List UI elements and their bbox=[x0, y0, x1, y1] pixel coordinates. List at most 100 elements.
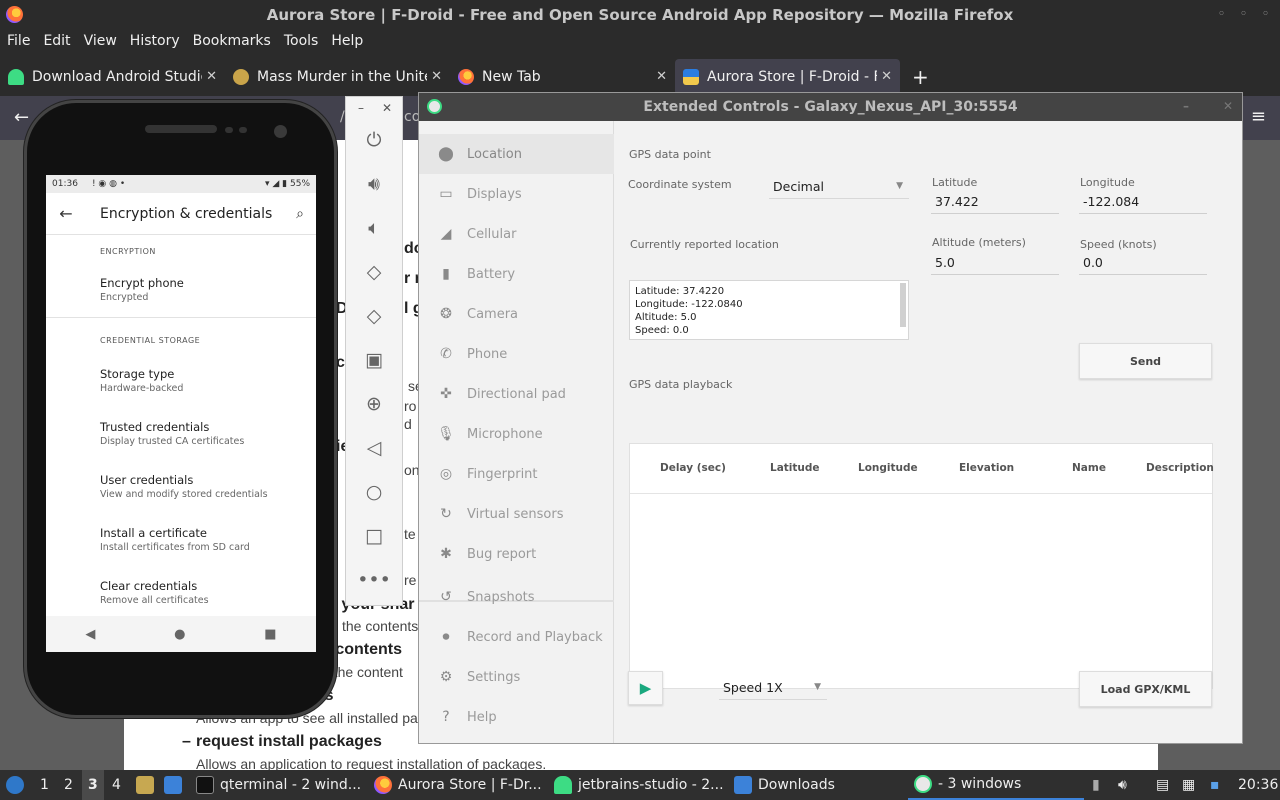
back-arrow-icon[interactable]: ← bbox=[46, 204, 86, 223]
longitude-input[interactable]: -122.084 bbox=[1079, 192, 1207, 214]
tray-battery-icon[interactable]: ▮ bbox=[1092, 770, 1100, 800]
tab-mass-murder[interactable]: Mass Murder in the United ✕ bbox=[225, 59, 450, 95]
menu-bookmarks[interactable]: Bookmarks bbox=[193, 33, 271, 49]
sidebar-item-battery[interactable]: ▮ Battery bbox=[419, 254, 614, 294]
start-menu-button[interactable] bbox=[6, 770, 30, 800]
volume-up-icon[interactable]: 🔊︎ bbox=[346, 173, 402, 195]
column-longitude[interactable]: Longitude bbox=[858, 462, 918, 474]
power-icon[interactable]: ⏻ bbox=[346, 129, 402, 151]
menu-file[interactable]: File bbox=[7, 33, 30, 49]
sidebar-item-help[interactable]: ? Help bbox=[419, 697, 614, 737]
sidebar-item-location[interactable]: ⬤ Location bbox=[419, 134, 614, 174]
tab-close-icon[interactable]: ✕ bbox=[431, 69, 442, 84]
taskbar-item-firefox[interactable]: Aurora Store | F-Dr... bbox=[374, 770, 542, 800]
tray-volume-icon[interactable]: 🔊︎ bbox=[1118, 770, 1127, 800]
pref-user-credentials[interactable]: User credentials View and modify stored … bbox=[46, 473, 316, 500]
nav-home-icon[interactable]: ● bbox=[174, 627, 185, 642]
volume-down-icon[interactable]: 🔈︎ bbox=[346, 217, 402, 239]
latitude-input[interactable]: 37.422 bbox=[931, 192, 1059, 214]
tab-android-studio[interactable]: Download Android Studio ✕ bbox=[0, 59, 225, 95]
rotate-left-icon[interactable]: ◇ bbox=[346, 261, 402, 283]
sidebar-item-displays[interactable]: ▭ Displays bbox=[419, 174, 614, 214]
menu-history[interactable]: History bbox=[130, 33, 180, 49]
taskbar-item-emulator-group[interactable]: - 3 windows bbox=[908, 770, 1084, 800]
snapshots-icon: ↺ bbox=[440, 589, 452, 605]
sidebar-item-phone[interactable]: ✆ Phone bbox=[419, 334, 614, 374]
altitude-input[interactable]: 5.0 bbox=[931, 253, 1059, 275]
sidebar-item-microphone[interactable]: 🎙︎ Microphone bbox=[419, 414, 614, 454]
tray-clipboard-icon[interactable]: ▤ bbox=[1156, 770, 1169, 800]
maximize-icon[interactable]: ◦ bbox=[1240, 7, 1247, 20]
menu-tools[interactable]: Tools bbox=[284, 33, 319, 49]
workspace-3[interactable]: 3 bbox=[82, 770, 104, 800]
sidebar-item-cellular[interactable]: ◢ Cellular bbox=[419, 214, 614, 254]
hamburger-menu-icon[interactable]: ≡ bbox=[1251, 106, 1266, 127]
tab-close-icon[interactable]: ✕ bbox=[206, 69, 217, 84]
nav-recents-icon[interactable]: ■ bbox=[264, 627, 276, 642]
close-icon[interactable]: ✕ bbox=[1223, 99, 1233, 113]
sidebar-item-directional-pad[interactable]: ✜ Directional pad bbox=[419, 374, 614, 414]
column-delay[interactable]: Delay (sec) bbox=[660, 462, 726, 474]
taskbar-item-qterminal[interactable]: qterminal - 2 wind... bbox=[196, 770, 361, 800]
tray-info-icon[interactable]: ▪ bbox=[1210, 770, 1220, 800]
back-arrow-icon[interactable]: ← bbox=[14, 107, 29, 128]
new-tab-plus-icon[interactable]: + bbox=[912, 65, 929, 89]
clock[interactable]: 20:36 bbox=[1238, 770, 1278, 800]
speed-input[interactable]: 0.0 bbox=[1079, 253, 1207, 275]
column-elevation[interactable]: Elevation bbox=[959, 462, 1014, 474]
pref-trusted-credentials[interactable]: Trusted credentials Display trusted CA c… bbox=[46, 420, 316, 447]
taskbar-item-downloads[interactable]: Downloads bbox=[734, 770, 835, 800]
back-triangle-icon[interactable]: ◁ bbox=[346, 437, 402, 459]
zoom-icon[interactable]: ⊕ bbox=[346, 393, 402, 415]
desktop-launcher[interactable] bbox=[164, 770, 188, 800]
file-manager-launcher[interactable] bbox=[136, 770, 160, 800]
pref-clear-credentials[interactable]: Clear credentials Remove all certificate… bbox=[46, 579, 316, 606]
column-description[interactable]: Description bbox=[1146, 462, 1214, 474]
sidebar-item-snapshots[interactable]: ↺ Snapshots bbox=[419, 577, 614, 617]
close-icon[interactable]: ◦ bbox=[1262, 7, 1269, 20]
tab-new-tab[interactable]: New Tab ✕ bbox=[450, 59, 675, 95]
taskbar-item-jetbrains-studio[interactable]: jetbrains-studio - 2... bbox=[554, 770, 724, 800]
pref-install-certificate[interactable]: Install a certificate Install certificat… bbox=[46, 526, 316, 553]
sidebar-item-bug-report[interactable]: ✱ Bug report bbox=[419, 534, 614, 574]
column-latitude[interactable]: Latitude bbox=[770, 462, 820, 474]
phone-screen[interactable]: 01:36 ! ◉ ◍ • ▾ ◢ ▮ 55% ← Encryption & c… bbox=[46, 175, 316, 652]
playback-speed-select[interactable]: Speed 1X ▼ bbox=[719, 678, 827, 700]
menu-view[interactable]: View bbox=[84, 33, 117, 49]
home-circle-icon[interactable]: ○ bbox=[346, 481, 402, 503]
screenshot-camera-icon[interactable]: ▣ bbox=[346, 349, 402, 371]
tray-network-icon[interactable]: ▦ bbox=[1182, 770, 1195, 800]
more-dots-icon[interactable]: ••• bbox=[346, 569, 402, 591]
sidebar-item-settings[interactable]: ⚙ Settings bbox=[419, 657, 614, 697]
menu-help[interactable]: Help bbox=[331, 33, 363, 49]
tab-close-icon[interactable]: ✕ bbox=[881, 69, 892, 84]
column-name[interactable]: Name bbox=[1072, 462, 1106, 474]
sidebar-item-record-playback[interactable]: ⏺ Record and Playback bbox=[419, 617, 614, 657]
reported-scrollbar[interactable] bbox=[900, 283, 906, 327]
toolbar-close-icon[interactable]: ✕ bbox=[382, 101, 392, 115]
send-button[interactable]: Send bbox=[1079, 343, 1212, 379]
load-gpx-kml-button[interactable]: Load GPX/KML bbox=[1079, 671, 1212, 707]
nav-back-icon[interactable]: ◀ bbox=[85, 627, 95, 642]
sidebar-item-virtual-sensors[interactable]: ↻ Virtual sensors bbox=[419, 494, 614, 534]
minimize-icon[interactable]: ◦ bbox=[1218, 7, 1225, 20]
workspace-4[interactable]: 4 bbox=[112, 770, 121, 800]
play-button[interactable]: ▶ bbox=[628, 671, 663, 705]
tab-close-icon[interactable]: ✕ bbox=[656, 69, 667, 84]
reported-location-box[interactable]: Latitude: 37.4220 Longitude: -122.0840 A… bbox=[629, 280, 909, 340]
minimize-icon[interactable]: – bbox=[1183, 99, 1189, 113]
rotate-right-icon[interactable]: ◇ bbox=[346, 305, 402, 327]
sidebar-item-fingerprint[interactable]: ◎ Fingerprint bbox=[419, 454, 614, 494]
pref-encrypt-phone[interactable]: Encrypt phone Encrypted bbox=[46, 276, 316, 303]
gps-playback-table[interactable]: Delay (sec) Latitude Longitude Elevation… bbox=[629, 443, 1214, 689]
workspace-2[interactable]: 2 bbox=[64, 770, 73, 800]
pref-storage-type[interactable]: Storage type Hardware-backed bbox=[46, 367, 316, 394]
overview-square-icon[interactable]: □ bbox=[346, 525, 402, 547]
search-icon[interactable]: ⌕ bbox=[296, 206, 304, 222]
sidebar-item-camera[interactable]: ❂ Camera bbox=[419, 294, 614, 334]
toolbar-minimize-icon[interactable]: – bbox=[358, 101, 364, 115]
menu-edit[interactable]: Edit bbox=[43, 33, 70, 49]
tab-aurora-store[interactable]: Aurora Store | F-Droid - Fr ✕ bbox=[675, 59, 900, 95]
coordinate-system-select[interactable]: Decimal ▼ bbox=[769, 177, 909, 199]
workspace-1[interactable]: 1 bbox=[40, 770, 49, 800]
